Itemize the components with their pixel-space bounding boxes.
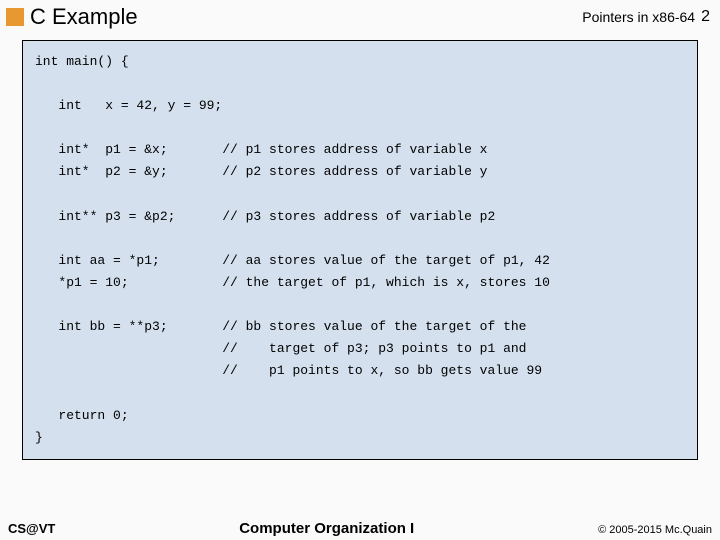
code-box: int main() { int x = 42, y = 99; int* p1… [22, 40, 698, 460]
page-number: 2 [701, 8, 710, 26]
slide-topic: Pointers in x86-64 [582, 9, 695, 25]
bullet-square [6, 8, 24, 26]
footer-right: © 2005-2015 Mc.Quain [598, 524, 712, 536]
slide-title: C Example [30, 4, 582, 30]
footer-left: CS@VT [8, 521, 55, 536]
slide-footer: CS@VT Computer Organization I © 2005-201… [0, 520, 720, 537]
code-listing: int main() { int x = 42, y = 99; int* p1… [35, 51, 685, 449]
slide-header: C Example Pointers in x86-64 2 [0, 0, 720, 36]
footer-center: Computer Organization I [55, 520, 598, 537]
